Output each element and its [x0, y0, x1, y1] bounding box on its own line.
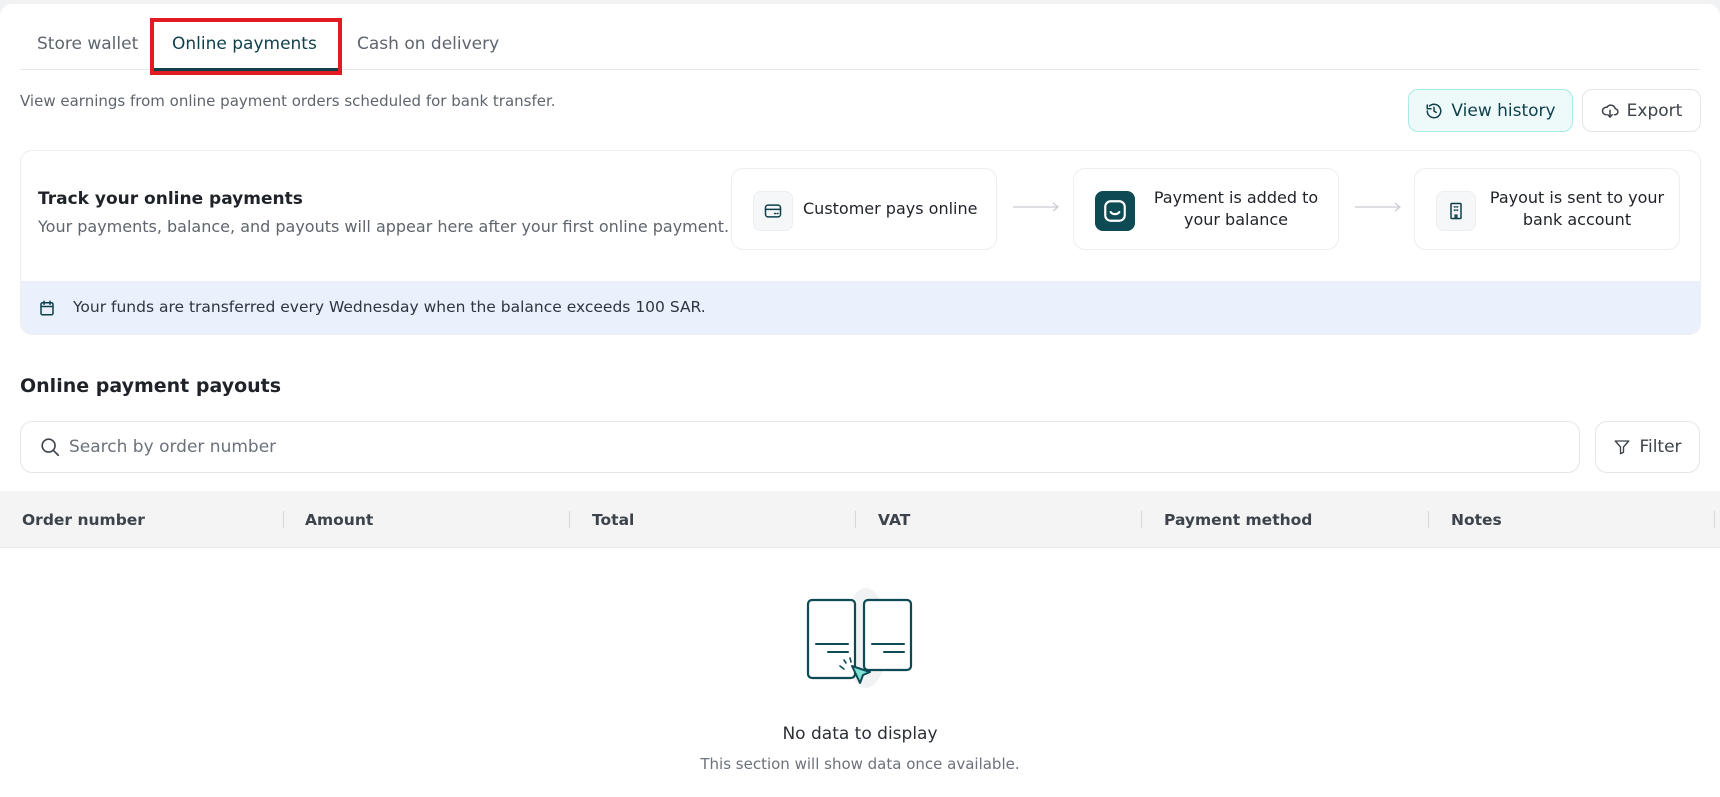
- view-history-button[interactable]: View history: [1408, 89, 1573, 132]
- column-header-amount[interactable]: Amount: [305, 491, 373, 548]
- filter-button[interactable]: Filter: [1595, 421, 1700, 473]
- empty-state-illustration: [806, 588, 913, 688]
- card-icon: [753, 191, 793, 231]
- section-title: Online payment payouts: [20, 375, 282, 397]
- column-divider: [1714, 511, 1715, 528]
- filter-label: Filter: [1639, 437, 1682, 457]
- column-divider: [1428, 511, 1429, 528]
- page-subtitle: View earnings from online payment orders…: [20, 92, 556, 110]
- empty-state-title: No data to display: [782, 724, 938, 744]
- table-header: Order number Amount Total VAT Payment me…: [0, 491, 1720, 548]
- wallet-brand-icon: [1095, 191, 1135, 231]
- column-header-order-number[interactable]: Order number: [22, 491, 145, 548]
- search-box: [20, 421, 1580, 473]
- search-input[interactable]: [69, 422, 1559, 472]
- transfer-info-banner: Your funds are transferred every Wednesd…: [21, 281, 1700, 334]
- column-header-total[interactable]: Total: [592, 491, 634, 548]
- arrow-right-icon: [1355, 202, 1401, 212]
- tab-cash-on-delivery[interactable]: Cash on delivery: [357, 34, 499, 54]
- column-divider: [1141, 511, 1142, 528]
- track-payments-card: Track your online payments Your payments…: [20, 150, 1701, 335]
- transfer-info-text: Your funds are transferred every Wednesd…: [73, 298, 706, 316]
- arrow-right-icon: [1013, 202, 1059, 212]
- step-payout-sent: Payout is sent to your bank account: [1414, 168, 1680, 250]
- calendar-icon: [40, 300, 54, 316]
- search-icon: [41, 438, 60, 457]
- step-customer-pays: Customer pays online: [731, 168, 997, 250]
- step-label: Customer pays online: [803, 199, 978, 218]
- track-title: Track your online payments: [38, 189, 303, 209]
- column-divider: [283, 511, 284, 528]
- step-label: Payout is sent to your bank account: [1489, 188, 1665, 229]
- column-header-payment-method[interactable]: Payment method: [1164, 491, 1312, 548]
- view-history-label: View history: [1451, 100, 1556, 121]
- export-button[interactable]: Export: [1582, 89, 1701, 132]
- track-description: Your payments, balance, and payouts will…: [38, 217, 730, 236]
- tab-highlight-box: [150, 18, 342, 75]
- tab-store-wallet[interactable]: Store wallet: [37, 34, 138, 54]
- step-added-to-balance: Payment is added to your balance: [1073, 168, 1339, 250]
- cloud-download-icon: [1601, 103, 1619, 118]
- bank-building-icon: [1436, 191, 1476, 231]
- step-label: Payment is added to your balance: [1153, 188, 1319, 229]
- empty-state-subtitle: This section will show data once availab…: [700, 755, 1020, 773]
- column-header-notes[interactable]: Notes: [1451, 491, 1502, 548]
- column-divider: [569, 511, 570, 528]
- export-label: Export: [1626, 100, 1683, 121]
- filter-icon: [1615, 440, 1630, 455]
- page: Store wallet Online payments Cash on del…: [0, 4, 1720, 797]
- column-header-vat[interactable]: VAT: [878, 491, 910, 548]
- column-divider: [855, 511, 856, 528]
- history-icon: [1426, 103, 1442, 118]
